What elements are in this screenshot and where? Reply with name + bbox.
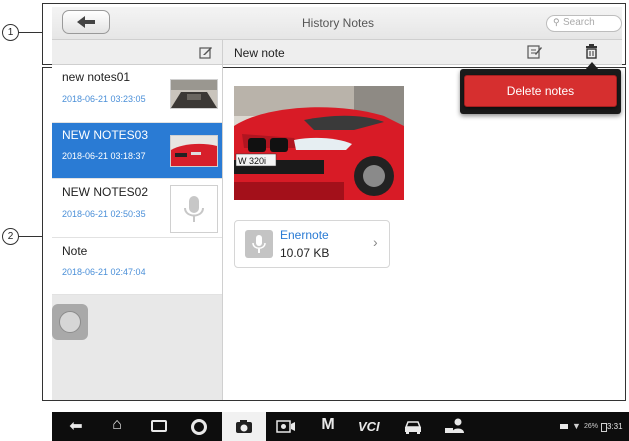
page-title: History Notes [302, 16, 375, 30]
note-title: Note [62, 244, 88, 258]
note-date: 2018-06-21 02:50:35 [62, 209, 146, 219]
callout-1: 1 [2, 24, 19, 41]
edit-note-icon[interactable] [527, 44, 542, 64]
search-placeholder: Search [563, 17, 595, 28]
vci-icon[interactable]: VCI [358, 419, 380, 434]
clock: 3:31 [607, 422, 623, 431]
technician-icon[interactable] [444, 417, 466, 440]
callout-2-leader [18, 236, 42, 237]
note-title: NEW NOTES02 [62, 185, 149, 199]
chevron-right-icon: › [373, 234, 378, 250]
system-navigation-bar [52, 412, 629, 441]
note-title: NEW NOTES03 [62, 128, 149, 142]
audio-attachment-card[interactable]: Enernote 10.07 KB › [234, 220, 390, 268]
battery-level: 26% [584, 423, 599, 430]
recent-apps-icon[interactable] [151, 420, 167, 432]
microphone-icon [184, 196, 204, 222]
delete-popup: Delete notes [460, 69, 621, 114]
home-icon[interactable]: ⌂ [107, 416, 127, 434]
back-arrow-icon[interactable]: ⬅ [66, 416, 86, 436]
note-photo[interactable]: W 320i [234, 86, 404, 200]
callout-2: 2 [2, 228, 19, 245]
microphone-icon [245, 230, 273, 258]
back-button[interactable] [62, 10, 110, 34]
new-note-icon[interactable] [199, 45, 213, 64]
delete-notes-button[interactable]: Delete notes [464, 75, 617, 107]
camera-icon[interactable] [235, 419, 253, 439]
attachment-size: 10.07 KB [280, 246, 330, 260]
note-title: New note [234, 46, 285, 60]
back-arrow-icon [77, 16, 95, 28]
notification-icon [560, 424, 568, 429]
search-input[interactable]: ⚲ Search [546, 15, 622, 32]
red-car-thumbnail [170, 135, 218, 167]
car-interior-thumbnail [170, 79, 218, 109]
plate-text: W 320i [238, 156, 266, 166]
list-item[interactable]: new notes01 2018-06-21 03:23:05 [52, 65, 222, 123]
audio-thumbnail [170, 185, 218, 233]
note-title: new notes01 [62, 70, 131, 84]
note-date: 2018-06-21 03:18:37 [62, 151, 146, 161]
note-date: 2018-06-21 03:23:05 [62, 94, 146, 104]
browser-icon[interactable] [191, 419, 207, 435]
maxi-icon[interactable]: M [318, 416, 338, 434]
assistive-touch-button[interactable] [52, 304, 88, 340]
screen-record-icon[interactable] [276, 420, 296, 438]
note-date: 2018-06-21 02:47:04 [62, 267, 146, 277]
list-item[interactable]: NEW NOTES02 2018-06-21 02:50:35 [52, 179, 222, 238]
wifi-icon: ▼ [572, 421, 581, 431]
delete-icon[interactable] [585, 44, 598, 64]
list-item[interactable]: NEW NOTES03 2018-06-21 03:18:37 [52, 123, 222, 179]
attachment-name: Enernote [280, 228, 329, 242]
callout-1-leader [18, 32, 42, 33]
list-item[interactable]: Note 2018-06-21 02:47:04 [52, 238, 222, 295]
car-icon[interactable] [404, 420, 422, 439]
search-icon: ⚲ [553, 17, 560, 27]
